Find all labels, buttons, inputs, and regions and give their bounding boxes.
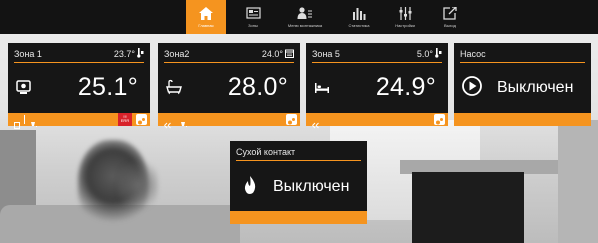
nav-label: Выход [444,23,456,28]
nav-label: Меню монтажника [287,23,323,28]
statistics-icon [352,6,367,20]
zones-icon [245,6,261,20]
settings-icon [398,6,413,20]
bed-icon [314,79,330,95]
dry-contact-title: Сухой контакт [236,147,296,157]
window-sensor-icon [312,116,320,129]
header-divider [312,62,442,63]
zone-tile-5[interactable]: Зона 5 5.0° 24.9° [306,43,448,129]
header-divider [14,62,144,63]
zone-status-bar: !!! ERR [8,113,150,129]
installer-menu-icon [297,6,313,20]
nav-tab-installer-menu[interactable]: Меню монтажника [276,0,334,34]
flame-icon [242,175,258,195]
header-divider [164,62,294,63]
nav-tab-settings[interactable]: Настройки [384,0,426,34]
bathtub-icon [166,79,182,95]
settings-corner-button[interactable] [434,114,445,125]
pump-status: Выключен [497,79,574,96]
schedule-icon [285,49,294,60]
nav-tab-exit[interactable]: Выход [432,0,468,34]
window-sensor-icon [164,116,172,129]
header-divider [236,160,361,161]
nav-label: Зоны [248,23,258,28]
zone-name: Зона 1 [14,49,42,59]
set-temperature: 23.7° [113,49,135,59]
nav-label: Настройки [395,23,415,28]
dry-contact-status-bar [230,211,367,224]
settings-corner-button[interactable] [136,114,147,125]
set-temperature: 5.0° [416,49,433,59]
nav-tab-statistics[interactable]: Статистика [338,0,380,34]
nav-tab-zones[interactable]: Зоны [234,0,272,34]
thermometer-hand-icon [137,48,144,60]
settings-corner-button[interactable] [286,114,297,125]
exit-icon [443,6,457,20]
nav-tab-home[interactable]: Главная [186,0,226,34]
alarm-indicator-icon: !!! ERR [118,113,132,126]
dry-contact-status: Выключен [273,178,350,195]
zone-tile-2[interactable]: Зона2 24.0° 28.0° [158,43,300,129]
zone-status-bar [158,113,300,129]
zone-name: Зона 5 [312,49,340,59]
dry-contact-tile[interactable]: Сухой контакт Выключен [230,141,367,224]
current-temperature: 28.0° [227,73,288,101]
pump-status-bar [454,113,591,126]
zone-name: Зона2 [164,49,190,59]
top-navigation-bar: Главная Зоны Меню монтажника Статистика … [0,0,598,34]
current-temperature: 24.9° [375,73,436,101]
zone-tile-1[interactable]: Зона 1 23.7° 25.1° !!! ERR [8,43,150,129]
heating-icon [30,116,40,127]
zone-status-bar [306,113,448,129]
pump-tile[interactable]: Насос Выключен [454,43,591,126]
nav-label: Главная [198,23,214,28]
heating-icon [180,116,190,127]
set-temperature: 24.0° [261,49,283,59]
window-sensor-icon [14,116,20,129]
nav-label: Статистика [348,23,370,28]
home-icon [199,6,213,20]
header-divider [460,62,585,63]
pump-title: Насос [460,49,486,59]
room-sensor-icon [16,79,32,95]
thermometer-hand-icon [435,48,442,60]
play-icon [462,76,482,96]
current-temperature: 25.1° [77,73,138,101]
footer-divider [24,115,25,124]
